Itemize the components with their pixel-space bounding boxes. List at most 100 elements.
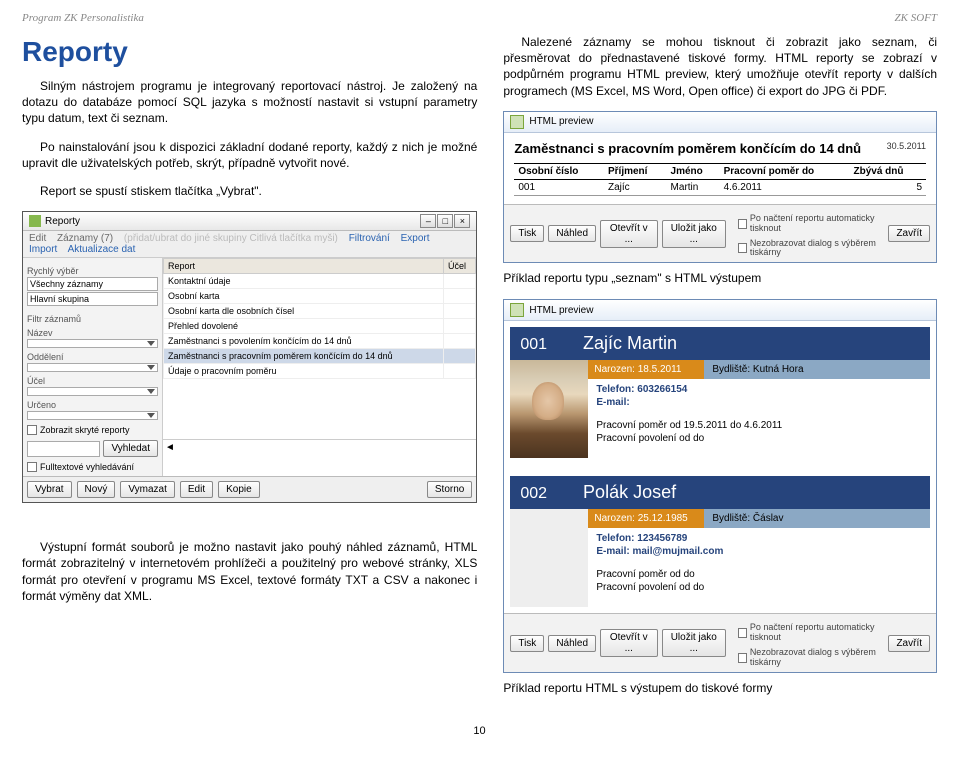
side-panel: Rychlý výběr Všechny záznamy Hlavní skup… <box>23 258 163 476</box>
report-list: Report Účel Kontaktní údaje Osobní karta… <box>163 258 476 476</box>
lbl-urceno: Určeno <box>27 400 158 410</box>
table-row[interactable]: Zaměstnanci s povolením končícím do 14 d… <box>164 334 476 349</box>
preview1-table: Osobní číslo Příjmení Jméno Pracovní pom… <box>514 163 926 196</box>
para2: Po nainstalování jsou k dispozici základ… <box>22 139 477 171</box>
table-row[interactable]: Osobní karta <box>164 289 476 304</box>
table-row[interactable]: Osobní karta dle osobních čísel <box>164 304 476 319</box>
footer-buttons: Vybrat Nový Vymazat Edit Kopie Storno <box>23 476 476 502</box>
col-ucel[interactable]: Účel <box>443 259 475 274</box>
close-button[interactable]: × <box>454 214 470 228</box>
opt-vsechny[interactable]: Všechny záznamy <box>27 277 158 291</box>
person-card-2: 002 Polák Josef Narozen: 25.12.1985 Bydl… <box>510 476 930 607</box>
menu-filtr[interactable]: Filtrování <box>349 233 390 244</box>
card1-num: 001 <box>520 336 547 354</box>
chk-fulltext[interactable]: Fulltextové vyhledávání <box>27 462 158 472</box>
table-row[interactable]: Přehled dovolené <box>164 319 476 334</box>
maximize-button[interactable]: □ <box>437 214 453 228</box>
preview1-title: HTML preview <box>529 116 593 127</box>
lbl-filtr: Filtr záznamů <box>27 314 158 324</box>
menu-bar: Edit Záznamy (7) (přidat/ubrat do jiné s… <box>23 231 476 258</box>
novy-button[interactable]: Nový <box>77 481 116 498</box>
window-title: Reporty <box>45 216 80 227</box>
menu-hint: (přidat/ubrat do jiné skupiny Citlivá tl… <box>124 233 338 244</box>
chk-auto-tisk2[interactable]: Po načtení reportu automaticky tisknout <box>738 623 884 643</box>
globe-icon <box>510 115 524 129</box>
chk-auto-tisk[interactable]: Po načtení reportu automaticky tisknout <box>738 214 884 234</box>
para1: Silným nástrojem programu je integrovaný… <box>22 78 477 127</box>
app-icon <box>29 215 41 227</box>
menu-edit[interactable]: Edit <box>29 233 46 244</box>
card1-photo <box>510 360 588 458</box>
sel-oddeleni[interactable] <box>27 363 158 372</box>
lbl-oddeleni: Oddělení <box>27 352 158 362</box>
table-row[interactable]: Kontaktní údaje <box>164 274 476 289</box>
zavrit-button[interactable]: Zavřít <box>888 225 930 242</box>
table-row-selected[interactable]: Zaměstnanci s pracovním poměrem končícím… <box>164 349 476 364</box>
preview1-row: 001 Zajíc Martin 4.6.2011 5 <box>514 179 926 195</box>
preview1-titlebar: HTML preview <box>504 112 936 133</box>
opt-hlavni[interactable]: Hlavní skupina <box>27 292 158 306</box>
lbl-ucel: Účel <box>27 376 158 386</box>
search-input[interactable] <box>27 441 100 457</box>
table-row[interactable]: Údaje o pracovním poměru <box>164 364 476 379</box>
header-bar: Program ZK Personalistika ZK SOFT <box>22 12 937 24</box>
col-report[interactable]: Report <box>164 259 444 274</box>
menu-aktualizace[interactable]: Aktualizace dat <box>68 244 136 255</box>
ulozit-button[interactable]: Uložit jako ... <box>662 629 727 657</box>
para5: Výstupní formát souborů je možno nastavi… <box>22 539 477 604</box>
card1-addr: Bydliště: Kutná Hora <box>704 360 930 379</box>
card2-born: Narozen: 25.12.1985 <box>588 509 704 528</box>
page-number: 10 <box>22 725 937 737</box>
chk-skryte[interactable]: Zobrazit skryté reporty <box>27 425 158 435</box>
preview1-heading: Zaměstnanci s pracovním poměrem končícím… <box>514 141 861 156</box>
caption1: Příklad reportu typu „seznam" s HTML výs… <box>503 271 937 285</box>
tisk-button[interactable]: Tisk <box>510 225 544 242</box>
card2-addr: Bydliště: Čáslav <box>704 509 930 528</box>
card2-photo <box>510 509 588 607</box>
preview1-date: 30.5.2011 <box>887 141 926 160</box>
page-title: Reporty <box>22 36 477 68</box>
header-left: Program ZK Personalistika <box>22 12 144 24</box>
globe-icon <box>510 303 524 317</box>
preview2-title: HTML preview <box>529 305 593 316</box>
lbl-rychly: Rychlý výběr <box>27 266 158 276</box>
vymazat-button[interactable]: Vymazat <box>120 481 175 498</box>
storno-button[interactable]: Storno <box>427 481 472 498</box>
menu-zaznamy[interactable]: Záznamy (7) <box>57 233 113 244</box>
sel-nazev[interactable] <box>27 339 158 348</box>
card1-born: Narozen: 18.5.2011 <box>588 360 704 379</box>
preview2-window: HTML preview 001 Zajíc Martin <box>503 299 937 673</box>
sel-urceno[interactable] <box>27 411 158 420</box>
kopie-button[interactable]: Kopie <box>218 481 260 498</box>
vybrat-button[interactable]: Vybrat <box>27 481 72 498</box>
edit-button[interactable]: Edit <box>180 481 213 498</box>
chk-no-dialog[interactable]: Nezobrazovat dialog s výběrem tiskárny <box>738 239 884 259</box>
lbl-nazev: Název <box>27 328 158 338</box>
card2-num: 002 <box>520 485 547 503</box>
report-window: Reporty – □ × Edit Záznamy (7) (přidat/u… <box>22 211 477 503</box>
menu-import[interactable]: Import <box>29 244 57 255</box>
nahled-button[interactable]: Náhled <box>548 225 596 242</box>
menu-export[interactable]: Export <box>401 233 430 244</box>
card2-name: Polák Josef <box>583 482 676 503</box>
minimize-button[interactable]: – <box>420 214 436 228</box>
caption2: Příklad reportu HTML s výstupem do tisko… <box>503 681 937 695</box>
vyhledat-button[interactable]: Vyhledat <box>103 440 158 457</box>
otevrit-button[interactable]: Otevřít v ... <box>600 629 657 657</box>
scroll-left-icon[interactable]: ◄ <box>165 442 175 453</box>
zavrit-button2[interactable]: Zavřít <box>888 635 930 652</box>
window-titlebar: Reporty – □ × <box>23 212 476 231</box>
nahled-button[interactable]: Náhled <box>548 635 596 652</box>
sel-ucel[interactable] <box>27 387 158 396</box>
tisk-button[interactable]: Tisk <box>510 635 544 652</box>
card1-name: Zajíc Martin <box>583 333 677 354</box>
otevrit-button[interactable]: Otevřít v ... <box>600 220 657 248</box>
para3: Report se spustí stiskem tlačítka „Vybra… <box>22 183 477 199</box>
chk-no-dialog2[interactable]: Nezobrazovat dialog s výběrem tiskárny <box>738 648 884 668</box>
para4: Nalezené záznamy se mohou tisknout či zo… <box>503 34 937 99</box>
person-card-1: 001 Zajíc Martin Narozen: 18.5.2011 Bydl… <box>510 327 930 458</box>
preview1-window: HTML preview Zaměstnanci s pracovním pom… <box>503 111 937 264</box>
header-right: ZK SOFT <box>895 12 938 24</box>
ulozit-button[interactable]: Uložit jako ... <box>662 220 727 248</box>
preview2-titlebar: HTML preview <box>504 300 936 321</box>
